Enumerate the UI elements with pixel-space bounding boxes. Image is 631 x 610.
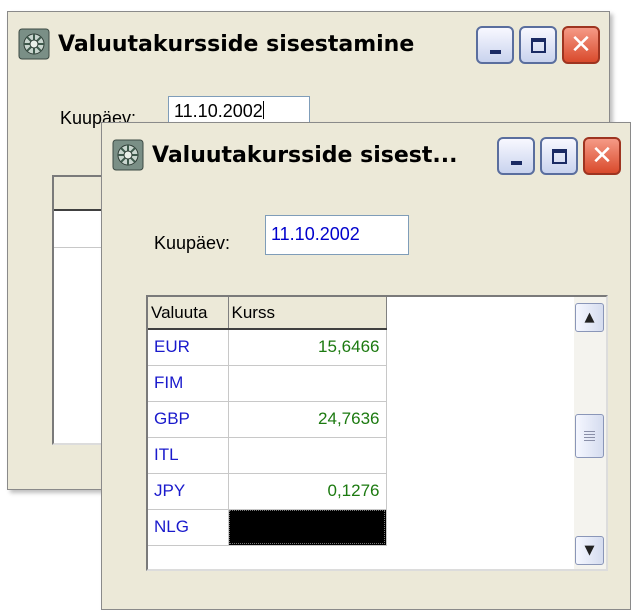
back-window-title: Valuutakursside sisestamine	[58, 31, 415, 57]
table-header-row: Valuuta Kurss	[148, 297, 387, 330]
back-window-titlebar[interactable]: Valuutakursside sisestamine ✕	[8, 12, 609, 76]
table-row[interactable]: GBP 24,7636	[148, 401, 387, 438]
column-header-kurss[interactable]: Kurss	[228, 297, 387, 330]
table-row[interactable]: NLG	[148, 509, 387, 546]
table-row[interactable]: FIM	[148, 365, 387, 402]
maximize-button[interactable]	[540, 137, 578, 175]
currency-cell[interactable]: EUR	[148, 329, 229, 366]
close-icon: ✕	[591, 141, 613, 171]
column-header-valuuta[interactable]: Valuuta	[148, 297, 229, 330]
rates-table: Valuuta Kurss EUR 15,6466 FIM GBP 24,763…	[148, 297, 387, 546]
currency-cell[interactable]: JPY	[148, 473, 229, 510]
maximize-icon	[551, 148, 567, 164]
currency-cell[interactable]: GBP	[148, 401, 229, 438]
scroll-down-icon: ▼	[584, 543, 595, 558]
table-row[interactable]: ITL	[148, 437, 387, 474]
maximize-icon	[530, 37, 546, 53]
text-caret	[262, 101, 264, 119]
scroll-thumb[interactable]	[575, 414, 604, 458]
scroll-up-button[interactable]: ▲	[575, 303, 604, 332]
rate-cell[interactable]: 0,1276	[228, 473, 387, 510]
minimize-button[interactable]	[497, 137, 535, 175]
currency-cell[interactable]: FIM	[148, 365, 229, 402]
date-field[interactable]: 11.10.2002	[265, 215, 409, 255]
rate-cell[interactable]	[228, 437, 387, 474]
table-row[interactable]: EUR 15,6466	[148, 329, 387, 366]
front-window-title: Valuutakursside sisest...	[152, 142, 458, 168]
vertical-scrollbar[interactable]: ▲ ▼	[574, 297, 606, 569]
app-icon	[18, 28, 50, 60]
rate-cell[interactable]: 15,6466	[228, 329, 387, 366]
front-window[interactable]: Valuutakursside sisest... ✕ Kuupäev: 11.…	[101, 122, 631, 610]
rate-cell[interactable]	[228, 365, 387, 402]
scroll-down-button[interactable]: ▼	[575, 536, 604, 565]
minimize-button[interactable]	[476, 26, 514, 64]
maximize-button[interactable]	[519, 26, 557, 64]
app-icon	[112, 139, 144, 171]
date-label: Kuupäev:	[154, 233, 231, 253]
currency-cell[interactable]: NLG	[148, 509, 229, 546]
table-row[interactable]: JPY 0,1276	[148, 473, 387, 510]
rates-grid[interactable]: Valuuta Kurss EUR 15,6466 FIM GBP 24,763…	[146, 295, 608, 571]
rate-cell[interactable]: 24,7636	[228, 401, 387, 438]
close-button[interactable]: ✕	[583, 137, 621, 175]
close-button[interactable]: ✕	[562, 26, 600, 64]
scroll-up-icon: ▲	[584, 310, 595, 325]
close-icon: ✕	[570, 30, 592, 60]
minimize-icon	[510, 161, 522, 165]
front-window-titlebar[interactable]: Valuutakursside sisest... ✕	[102, 123, 630, 187]
back-date-value: 11.10.2002	[174, 101, 263, 121]
rate-cell-selected[interactable]	[228, 509, 387, 546]
minimize-icon	[489, 50, 501, 54]
currency-cell[interactable]: ITL	[148, 437, 229, 474]
